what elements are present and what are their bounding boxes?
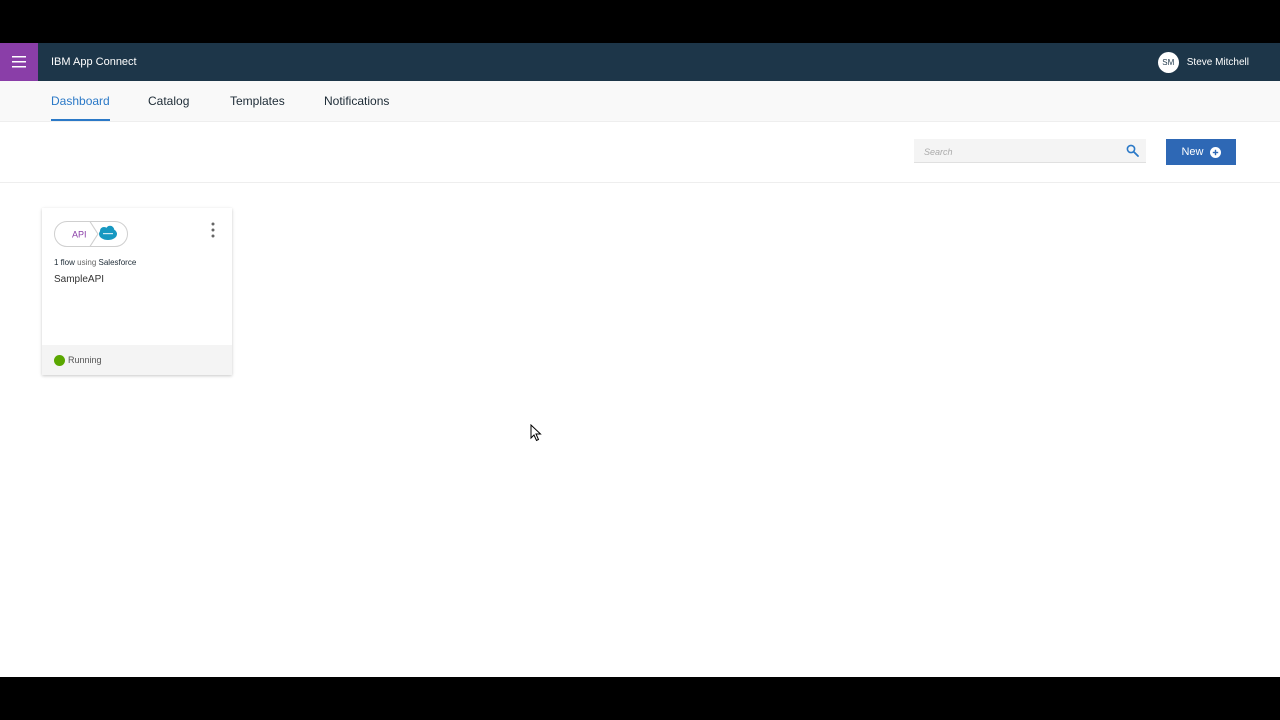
avatar: SM [1157, 51, 1179, 73]
connector-name: Salesforce [98, 258, 137, 267]
tab-bar: Dashboard Catalog Templates Notification… [0, 81, 1280, 122]
flow-name: SampleAPI [54, 274, 105, 285]
flow-card[interactable]: API 1 flow using Salesforce SampleAPI Ru… [42, 208, 232, 375]
search-box [914, 139, 1146, 164]
hamburger-icon [12, 56, 26, 68]
mouse-cursor-icon [530, 424, 542, 442]
card-footer: Running [42, 345, 232, 375]
api-chip-label: API [72, 230, 87, 240]
new-button[interactable]: New [1166, 139, 1236, 165]
user-menu[interactable]: SM Steve Mitchell [1157, 43, 1249, 81]
search-icon[interactable] [1126, 144, 1139, 157]
flow-connector-chips: API [54, 221, 128, 247]
user-name: Steve Mitchell [1186, 56, 1249, 68]
app-title: IBM App Connect [51, 56, 137, 68]
new-button-label: New [1181, 146, 1204, 158]
status-indicator-icon [54, 354, 65, 366]
plus-circle-icon [1209, 146, 1221, 158]
tab-dashboard[interactable]: Dashboard [51, 81, 110, 121]
status-badge: Running [68, 355, 102, 365]
tab-templates[interactable]: Templates [230, 81, 285, 121]
more-options-icon[interactable] [206, 220, 220, 240]
top-header: IBM App Connect SM Steve Mitchell [0, 43, 1280, 81]
tab-catalog[interactable]: Catalog [148, 81, 189, 121]
flow-using-text: using [77, 258, 97, 267]
dashboard-toolbar: New [0, 122, 1280, 183]
search-input[interactable] [922, 139, 1116, 164]
flow-summary: 1 flow using Salesforce [54, 258, 136, 267]
flow-count: 1 flow [54, 258, 75, 267]
app-screen: IBM App Connect SM Steve Mitchell Dashbo… [0, 43, 1280, 677]
hamburger-menu-button[interactable] [0, 43, 38, 81]
tab-notifications[interactable]: Notifications [324, 81, 389, 121]
